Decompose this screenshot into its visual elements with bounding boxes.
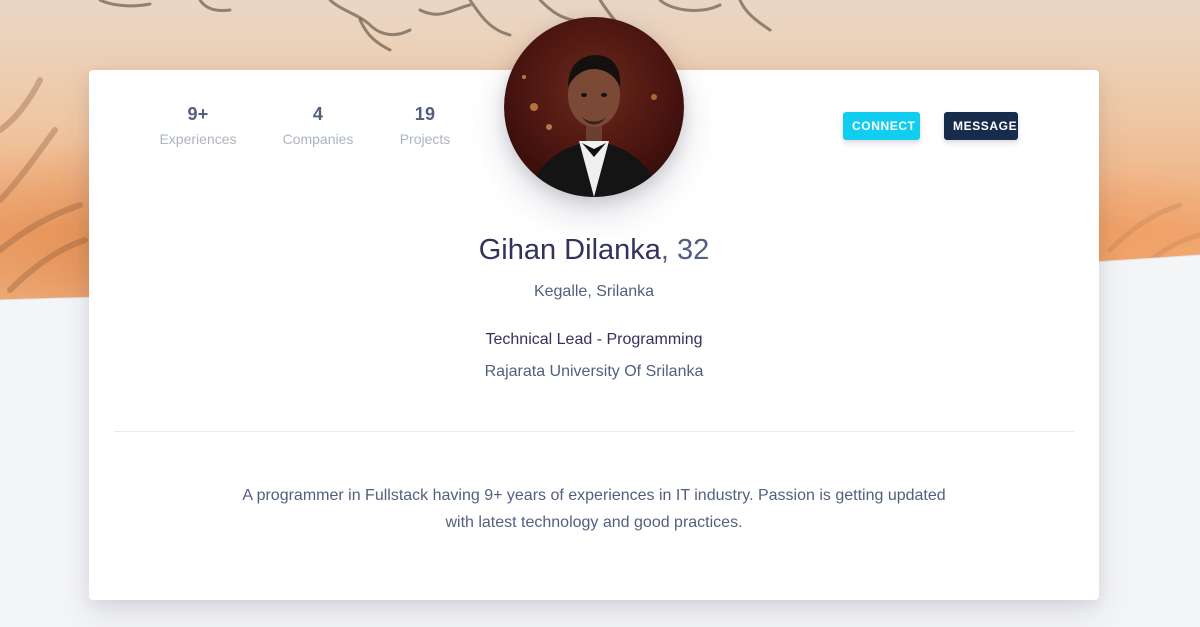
stat-value: 4 — [312, 104, 324, 124]
profile-card: 9+ Experiences 4 Companies 19 Projects C… — [89, 17, 1099, 600]
profile-university: Rajarata University Of Srilanka — [484, 363, 704, 380]
stat-companies: 4 Companies — [263, 102, 373, 152]
stat-projects: 19 Projects — [370, 102, 480, 152]
profile-age: , 32 — [660, 234, 710, 266]
stat-label: Experiences — [159, 131, 237, 147]
profile-name: Gihan Dilanka — [478, 234, 661, 266]
profile-name-heading: Gihan Dilanka, 32 — [89, 230, 1099, 270]
stat-label: Companies — [282, 131, 354, 147]
avatar-photo — [504, 17, 684, 197]
profile-bio: A programmer in Fullstack having 9+ year… — [242, 487, 946, 531]
profile-job-title: Technical Lead - Programming — [485, 331, 703, 348]
profile-location: Kegalle, Srilanka — [533, 283, 655, 300]
stat-label: Projects — [399, 131, 451, 147]
stats-row: 9+ Experiences 4 Companies 19 Projects — [89, 102, 509, 152]
avatar[interactable] — [504, 17, 684, 197]
message-button[interactable]: MESSAGE — [944, 112, 1018, 140]
stat-value: 19 — [414, 104, 436, 124]
stat-experiences: 9+ Experiences — [143, 102, 253, 152]
divider — [114, 431, 1074, 432]
connect-button[interactable]: CONNECT — [843, 112, 920, 140]
stat-value: 9+ — [187, 104, 209, 124]
